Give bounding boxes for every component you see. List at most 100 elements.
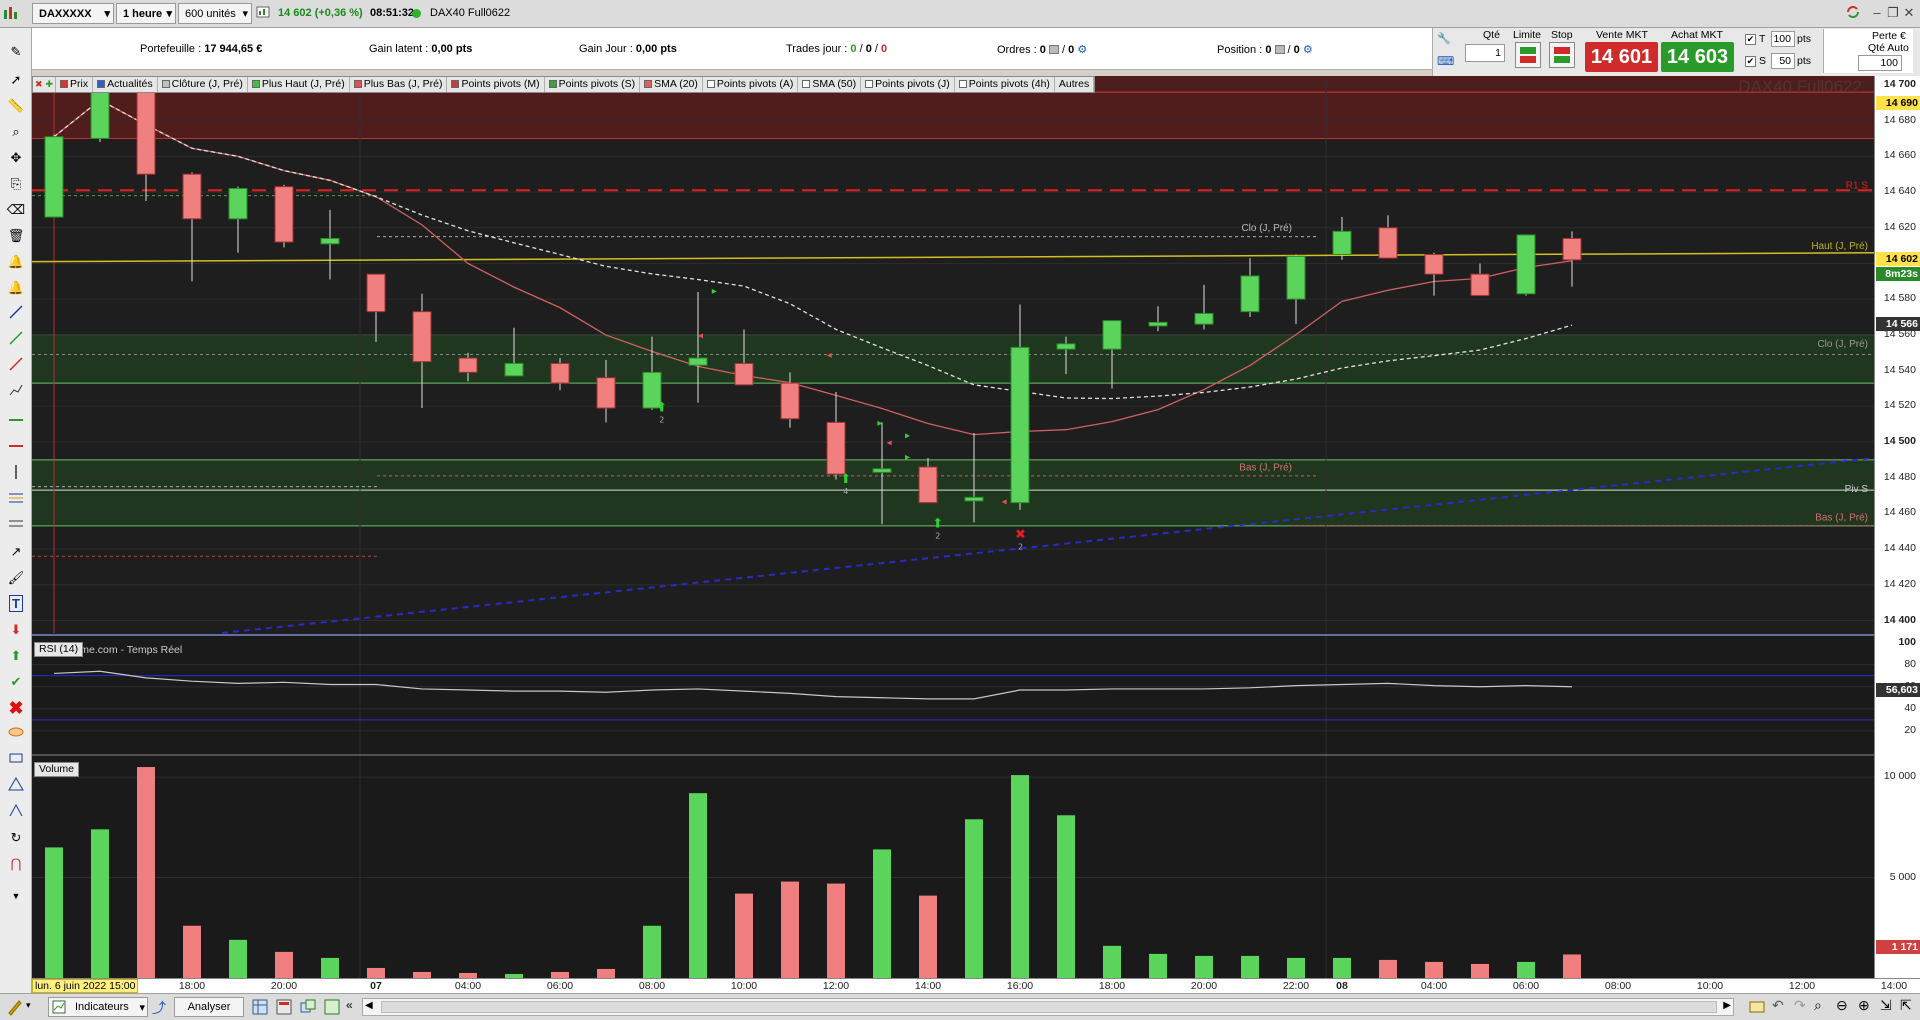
fib-fan-icon[interactable]: [6, 516, 26, 536]
take-profit-input[interactable]: 100: [1771, 31, 1795, 47]
indicateurs-button[interactable]: Indicateurs ▾: [48, 997, 148, 1017]
close-icon[interactable]: ✖: [35, 79, 43, 89]
chart-app-icon[interactable]: [2, 4, 20, 25]
position[interactable]: Position : 0 / 0 ⚙: [1217, 43, 1313, 56]
chart-canvas[interactable]: ▸◂◂▸▸◂▸◂⬆2⬆4⬆2 ✖2DAX40 Full0622R1 SHaut (…: [31, 58, 1875, 978]
price-axis[interactable]: 14 70014 68014 66014 64014 62014 60014 5…: [1874, 76, 1920, 978]
wrench-icon[interactable]: 🔧: [1437, 32, 1457, 52]
stop-loss-input[interactable]: 50: [1771, 53, 1795, 69]
scroll-right-icon[interactable]: ▶: [1723, 1000, 1731, 1011]
indicator-legend-item[interactable]: Points pivots (S): [545, 77, 641, 92]
trendline-red-icon[interactable]: [6, 356, 26, 376]
buy-arrow-icon[interactable]: ⬆: [6, 646, 26, 666]
perte-input[interactable]: 100: [1858, 55, 1902, 71]
refresh-icon[interactable]: [1844, 4, 1862, 22]
sell-market-button[interactable]: 14 601: [1585, 42, 1658, 72]
rectangle-icon[interactable]: [6, 750, 26, 770]
magnet-icon[interactable]: ⋂: [6, 854, 26, 874]
zoom-icon[interactable]: ⌕: [6, 122, 26, 142]
candle-body: [1194, 312, 1214, 325]
indicator-legend-item[interactable]: Prix: [56, 77, 94, 92]
hline-green-icon[interactable]: [6, 412, 26, 432]
sell-arrow-icon[interactable]: ⬇: [6, 620, 26, 640]
stop-button[interactable]: [1549, 42, 1575, 68]
indicator-legend-item[interactable]: Clôture (J, Pré): [158, 77, 248, 92]
zoom-reset-icon[interactable]: ⌕: [1814, 997, 1822, 1014]
copy-icon[interactable]: ⎘: [6, 174, 26, 194]
units-dropdown[interactable]: 600 unités ▾: [178, 3, 252, 24]
ruler-icon[interactable]: 📏: [6, 96, 26, 116]
indicator-label: Plus Bas (J, Pré): [363, 78, 443, 90]
limite-button[interactable]: [1515, 42, 1541, 68]
text-icon[interactable]: T: [6, 594, 26, 614]
pitchfork-icon[interactable]: [6, 802, 26, 822]
pencil-icon[interactable]: [6, 998, 24, 1016]
hline-red-icon[interactable]: [6, 438, 26, 458]
indicator-legend-item[interactable]: Points pivots (J): [861, 77, 955, 92]
zoom-in-icon[interactable]: ⊕: [1858, 997, 1870, 1014]
pen-icon[interactable]: ✎: [6, 42, 26, 62]
compare-icon[interactable]: [300, 999, 316, 1015]
auto-scale-icon[interactable]: ⇱: [1900, 997, 1912, 1014]
indicator-legend-item[interactable]: Points pivots (M): [447, 77, 545, 92]
calc-icon[interactable]: [276, 999, 292, 1015]
indicator-legend-item[interactable]: Plus Bas (J, Pré): [350, 77, 448, 92]
indicator-legend-item[interactable]: Actualités: [93, 77, 158, 92]
alarm-icon[interactable]: 🔔: [6, 278, 26, 298]
alert-icon[interactable]: 🔔: [6, 252, 26, 272]
checkmark-icon[interactable]: ✔: [6, 672, 26, 692]
undo-icon[interactable]: ↶: [1772, 997, 1784, 1014]
volume-pane-label[interactable]: Volume: [34, 762, 80, 777]
indicator-legend-item[interactable]: Points pivots (A): [703, 77, 799, 92]
template-icon[interactable]: [324, 999, 340, 1015]
chart-area[interactable]: ▸ ◂ ◂ ▸ ▸ ◂ ▸ ◂ ⬆ 2 ⬆ 4 ⬆ 2 ✖ 2 DAX40 Full0622 R1 S Haut (…: [31, 58, 1875, 978]
indicator-legend-item[interactable]: SMA (50): [798, 77, 862, 92]
timeframe-dropdown[interactable]: 1 heure ▾: [116, 3, 176, 24]
time-axis[interactable]: lun. 6 juin 2022 15:00 18:00 20:00 07 04:00…: [32, 978, 1920, 993]
line-icon[interactable]: [6, 304, 26, 324]
triangle-icon[interactable]: [6, 776, 26, 796]
symbol-dropdown[interactable]: DAXXXXX ▾: [32, 3, 114, 24]
keyboard-icon[interactable]: ⌨: [1437, 54, 1457, 70]
trendline-green-icon[interactable]: [6, 330, 26, 350]
redo-icon[interactable]: ↷: [1794, 997, 1806, 1014]
indicator-legend-item[interactable]: Points pivots (4h): [955, 77, 1055, 92]
indicator-legend-item[interactable]: SMA (20): [640, 77, 703, 92]
share-icon[interactable]: ⤴: [152, 998, 170, 1016]
fibonacci-icon[interactable]: [6, 490, 26, 510]
chevron-down-icon[interactable]: ▾: [26, 1000, 31, 1011]
add-icon[interactable]: ✚: [45, 79, 53, 89]
scroll-thumb[interactable]: [381, 1001, 1717, 1013]
horizontal-scrollbar[interactable]: ◀ ▶: [362, 998, 1734, 1016]
zoom-out-icon[interactable]: ⊖: [1836, 997, 1848, 1014]
indicator-legend-item[interactable]: Plus Haut (J, Pré): [248, 77, 350, 92]
polyline-icon[interactable]: [6, 382, 26, 402]
link-icon[interactable]: [1748, 998, 1766, 1016]
indicator-label: SMA (50): [812, 78, 857, 90]
move-icon[interactable]: ✥: [6, 148, 26, 168]
buy-market-button[interactable]: 14 603: [1661, 42, 1734, 72]
ellipse-icon[interactable]: [6, 724, 26, 744]
fit-icon[interactable]: ⇲: [1880, 997, 1892, 1014]
cross-icon[interactable]: ✖: [6, 698, 26, 718]
toolbar-more-icon[interactable]: ▼: [6, 886, 26, 906]
cycle-icon[interactable]: ↻: [6, 828, 26, 848]
close-icon[interactable]: ✕: [1900, 4, 1918, 22]
indicator-legend-item[interactable]: Autres: [1055, 77, 1095, 92]
eraser-icon[interactable]: ⌫: [6, 200, 26, 220]
brush-icon[interactable]: 🖌: [6, 568, 26, 588]
stop-loss-checkbox[interactable]: ✔: [1745, 56, 1756, 67]
qte-input[interactable]: 1: [1465, 44, 1505, 62]
analyser-button[interactable]: Analyser: [174, 997, 244, 1017]
scroll-start-icon[interactable]: «: [346, 998, 353, 1012]
grid-icon[interactable]: [252, 999, 268, 1015]
rsi-pane-label[interactable]: RSI (14): [34, 642, 84, 657]
scroll-left-icon[interactable]: ◀: [365, 1000, 373, 1011]
pointer-icon[interactable]: ➚: [6, 70, 26, 90]
trash-icon[interactable]: 🗑: [6, 226, 26, 246]
take-profit-checkbox[interactable]: ✔: [1745, 34, 1756, 45]
indicator-bar-controls[interactable]: ✖ ✚: [33, 77, 57, 92]
vline-icon[interactable]: [6, 464, 26, 484]
arrow-tool-icon[interactable]: ↗: [6, 542, 26, 562]
ordres[interactable]: Ordres : 0 / 0 ⚙: [997, 43, 1087, 56]
